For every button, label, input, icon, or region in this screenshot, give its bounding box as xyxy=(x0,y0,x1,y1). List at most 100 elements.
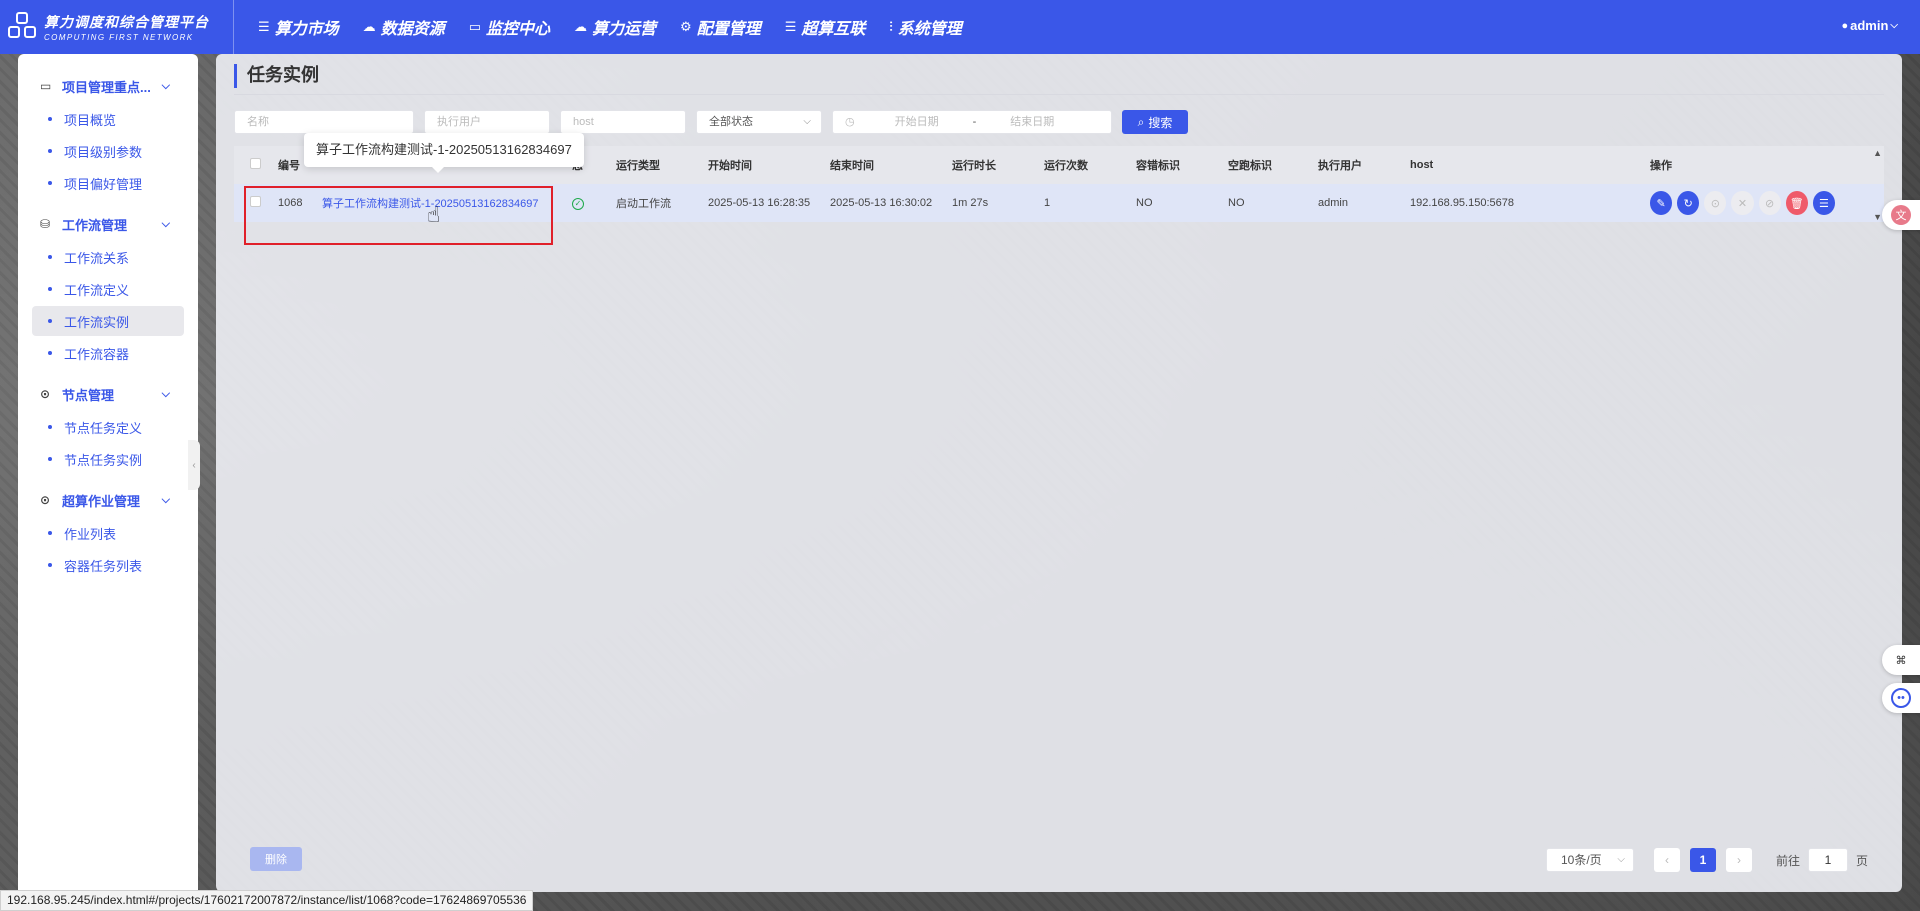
sidebar-group-label: 节点管理 xyxy=(62,387,115,403)
nav-label: 数据资源 xyxy=(380,21,445,38)
sidebar-group-hpc-job-management[interactable]: ⊙ 超算作业管理 ⌵ xyxy=(18,484,198,516)
delete-button[interactable]: 删除 xyxy=(250,847,302,871)
sidebar-item-job-list[interactable]: 作业列表 xyxy=(32,518,184,548)
sidebar-item-workflow-instances[interactable]: 工作流实例 xyxy=(32,306,184,336)
page-size-select[interactable]: 10条/页 ⌵ xyxy=(1545,848,1634,872)
col-end-time: 结束时间 xyxy=(830,160,874,172)
sidebar-item-node-task-instances[interactable]: 节点任务实例 xyxy=(32,444,184,474)
status-select[interactable]: 全部状态 ⌵ xyxy=(696,110,822,134)
nav-label: 配置管理 xyxy=(696,21,761,38)
list-icon: ☰ xyxy=(258,19,270,34)
recover-icon: ⊙ xyxy=(1710,197,1720,210)
divider xyxy=(234,94,1884,95)
user-icon: ● xyxy=(1841,19,1849,32)
nav-item-compute-operations[interactable]: ☁ 算力运营 xyxy=(574,15,656,39)
chevron-down-icon: ⌵ xyxy=(1890,20,1898,31)
sidebar-group-label: 超算作业管理 xyxy=(62,493,141,509)
app-subtitle: COMPUTING FIRST NETWORK xyxy=(44,33,194,42)
clock-icon: ◷ xyxy=(845,116,855,128)
nav-label: 算力运营 xyxy=(592,21,657,38)
sidebar-item-workflow-relations[interactable]: 工作流关系 xyxy=(32,242,184,272)
app-logo[interactable]: 算力调度和综合管理平台 COMPUTING FIRST NETWORK xyxy=(0,0,234,54)
search-icon: ⌕ xyxy=(1137,114,1145,129)
user-filter-input[interactable]: 执行用户 xyxy=(424,110,550,134)
assistant-icon: •• xyxy=(1891,688,1911,708)
row-host: 192.168.95.150:5678 xyxy=(1410,197,1514,209)
sidebar-item-container-task-list[interactable]: 容器任务列表 xyxy=(32,550,184,580)
sidebar-item-node-task-definitions[interactable]: 节点任务定义 xyxy=(32,412,184,442)
sidebar-item-project-params[interactable]: 项目级别参数 xyxy=(32,136,184,166)
chevron-left-icon: ‹ xyxy=(192,459,196,471)
status-bar-url: 192.168.95.245/index.html#/projects/1760… xyxy=(0,890,534,911)
chevron-down-icon: ⌵ xyxy=(161,387,170,400)
page-number-current[interactable]: 1 xyxy=(1689,848,1716,872)
col-duration: 运行时长 xyxy=(952,160,996,172)
page-title: 任务实例 xyxy=(234,64,319,88)
delete-row-button[interactable]: 🗑 xyxy=(1785,191,1808,215)
chevron-left-icon: ‹ xyxy=(1664,853,1669,867)
rerun-button[interactable]: ↻ xyxy=(1677,191,1700,215)
sidebar-collapse-handle[interactable]: ‹ xyxy=(188,440,200,490)
shortcut-float-button[interactable]: ⌘ xyxy=(1882,645,1920,675)
nav-label: 系统管理 xyxy=(897,21,962,38)
nav-item-config-management[interactable]: ⚙ 配置管理 xyxy=(680,15,761,39)
row-executor: admin xyxy=(1318,197,1348,209)
col-run-type: 运行类型 xyxy=(616,160,660,172)
start-date-placeholder: 开始日期 xyxy=(894,116,939,128)
user-menu[interactable]: ● admin ⌵ xyxy=(1841,18,1898,33)
close-icon: ✕ xyxy=(1737,197,1748,210)
sidebar: ▭ 项目管理重点... ⌵ 项目概览 项目级别参数 项目偏好管理 ⛁ 工作流管理… xyxy=(18,54,198,911)
row-start-time: 2025-05-13 16:28:35 xyxy=(708,197,811,209)
logo-cubes-icon xyxy=(8,12,38,42)
chevron-down-icon: ⌵ xyxy=(1617,854,1625,865)
sidebar-item-project-preferences[interactable]: 项目偏好管理 xyxy=(32,168,184,198)
search-button[interactable]: ⌕ 搜索 xyxy=(1122,110,1188,134)
sidebar-item-project-overview[interactable]: 项目概览 xyxy=(32,104,184,134)
row-fault-tolerant: NO xyxy=(1136,197,1153,209)
goto-label: 前往 xyxy=(1775,853,1800,868)
nav-item-supercomputing-interconnect[interactable]: ☰ 超算互联 xyxy=(785,15,866,39)
assistant-float-button[interactable]: •• xyxy=(1882,683,1920,713)
chevron-down-icon: ⌵ xyxy=(161,79,170,92)
nav-item-compute-market[interactable]: ☰ 算力市场 xyxy=(258,15,339,39)
list-icon: ☰ xyxy=(784,19,797,34)
sidebar-item-workflow-definitions[interactable]: 工作流定义 xyxy=(32,274,184,304)
translate-float-button[interactable]: 文 xyxy=(1882,200,1920,230)
sidebar-group-node-management[interactable]: ⊙ 节点管理 ⌵ xyxy=(18,378,198,410)
prev-page-button[interactable]: ‹ xyxy=(1653,848,1680,872)
edit-icon: ✎ xyxy=(1656,197,1666,210)
nav-label: 算力市场 xyxy=(274,21,339,38)
sidebar-group-project-management[interactable]: ▭ 项目管理重点... ⌵ xyxy=(18,70,198,102)
success-check-icon: ✓ xyxy=(572,197,584,210)
pause-icon: ⊘ xyxy=(1765,197,1775,210)
next-page-button[interactable]: › xyxy=(1725,848,1752,872)
monitor-icon: ▭ xyxy=(468,19,481,34)
recover-button[interactable]: ⊙ xyxy=(1704,191,1727,215)
pause-button[interactable]: ⊘ xyxy=(1758,191,1781,215)
nav-item-data-resources[interactable]: ☁ 数据资源 xyxy=(363,15,445,39)
command-icon: ⌘ xyxy=(1895,654,1907,667)
row-actions: ✎ ↻ ⊙ ✕ ⊘ 🗑 ☰ xyxy=(1650,191,1840,215)
sidebar-item-workflow-containers[interactable]: 工作流容器 xyxy=(32,338,184,368)
goto-page-input[interactable]: 1 xyxy=(1807,848,1848,872)
name-filter-input[interactable]: 名称 xyxy=(234,110,414,134)
date-range-picker[interactable]: ◷ 开始日期 - 结束日期 xyxy=(832,110,1112,134)
filter-bar: 名称 执行用户 host 全部状态 ⌵ ◷ 开始日期 - 结束日期 ⌕ 搜索 xyxy=(234,110,1188,134)
name-tooltip: 算子工作流构建测试-1-20250513162834697 xyxy=(304,133,584,173)
end-date-placeholder: 结束日期 xyxy=(1010,116,1055,128)
sidebar-group-workflow-management[interactable]: ⛁ 工作流管理 ⌵ xyxy=(18,208,198,240)
edit-button[interactable]: ✎ xyxy=(1650,191,1673,215)
col-run-count: 运行次数 xyxy=(1044,160,1088,172)
status-select-value: 全部状态 xyxy=(709,116,753,128)
sidebar-group-label: 工作流管理 xyxy=(62,217,128,233)
stop-button[interactable]: ✕ xyxy=(1731,191,1754,215)
node-icon: ⊙ xyxy=(40,493,51,507)
select-all-checkbox[interactable] xyxy=(250,158,261,169)
col-fault-tolerant: 容错标识 xyxy=(1136,160,1180,172)
col-dry-run: 空跑标识 xyxy=(1228,160,1272,172)
nav-item-monitor-center[interactable]: ▭ 监控中心 xyxy=(469,15,550,39)
host-filter-input[interactable]: host xyxy=(560,110,686,134)
chevron-down-icon: ⌵ xyxy=(161,217,170,230)
gantt-button[interactable]: ☰ xyxy=(1812,191,1835,215)
nav-item-system-management[interactable]: ⫶ 系统管理 xyxy=(889,15,961,39)
